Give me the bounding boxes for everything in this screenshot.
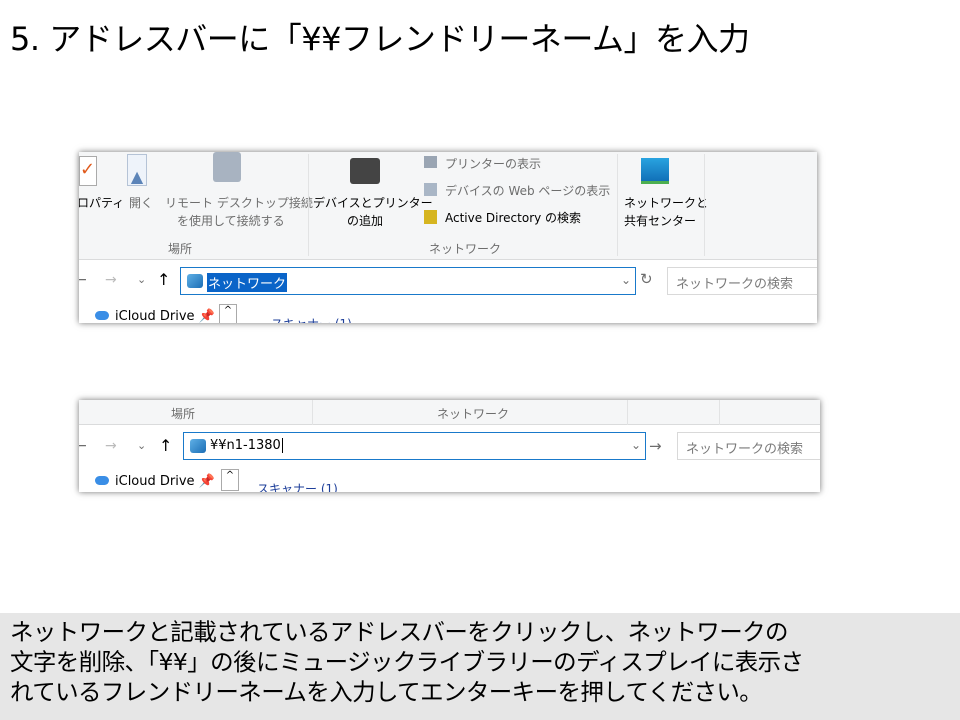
properties-icon: ✓ <box>79 156 97 186</box>
explorer-screenshot-after: 場所 ネットワーク ← → ⌄ ↑ ¥¥n1-1380 ⌄ → ネットワークの検… <box>79 400 820 492</box>
printers-icon <box>424 156 437 168</box>
open-button[interactable]: 開く <box>129 194 153 211</box>
address-dropdown-icon[interactable]: ⌄ <box>621 273 631 287</box>
caption-line: れているフレンドリーネームを入力してエンターキーを押してください。 <box>10 678 763 706</box>
up-button[interactable]: ↑ <box>159 436 172 455</box>
pin-icon: 📌 <box>198 309 215 323</box>
caption-line: ネットワークと記載されているアドレスバーをクリックし、ネットワークの <box>10 618 789 646</box>
address-bar[interactable]: ¥¥n1-1380 ⌄ <box>183 432 646 460</box>
address-value[interactable]: ¥¥n1-1380 <box>210 438 283 453</box>
add-device-button-line1[interactable]: デバイスとプリンター <box>313 194 433 211</box>
scroll-up-button[interactable]: ^ <box>221 469 239 491</box>
instruction-caption: ネットワークと記載されているアドレスバーをクリックし、ネットワークの 文字を削除… <box>0 613 960 720</box>
nav-item-label: iCloud Drive <box>115 474 195 489</box>
open-icon: ▲ <box>127 154 147 186</box>
section-scanners[interactable]: スキャナー (1) <box>257 480 338 492</box>
nav-item-icloud-drive[interactable]: iCloud Drive 📌 <box>95 474 215 489</box>
recent-dropdown[interactable]: ⌄ <box>137 273 146 286</box>
go-button[interactable]: → <box>649 437 662 455</box>
nav-item-icloud-drive[interactable]: iCloud Drive 📌 <box>95 309 215 323</box>
cloud-icon <box>95 311 109 320</box>
show-printers-button[interactable]: プリンターの表示 <box>445 155 541 172</box>
scroll-up-button[interactable]: ^ <box>219 304 237 323</box>
search-input[interactable]: ネットワークの検索 <box>667 267 817 295</box>
group-label-location: 場所 <box>171 407 196 421</box>
network-sharing-center-line1[interactable]: ネットワークと <box>624 194 708 211</box>
group-label-network: ネットワーク <box>429 242 502 256</box>
ribbon-group-labels: 場所 ネットワーク <box>79 400 820 425</box>
section-scanners[interactable]: スキャナー (1) <box>271 315 352 323</box>
slide-title: 5. アドレスバーに「¥¥フレンドリーネーム」を入力 <box>10 20 750 58</box>
network-icon <box>187 274 203 288</box>
add-device-button-line2[interactable]: の追加 <box>347 212 383 229</box>
explorer-screenshot-before: ✓ ロパティ ▲ 開く リモート デスクトップ接続 を使用して接続する 場所 デ… <box>79 152 817 323</box>
caption-line: 文字を削除、「¥¥」の後にミュージックライブラリーのディスプレイに表示さ <box>10 648 804 676</box>
network-icon <box>190 439 206 453</box>
group-label-network: ネットワーク <box>437 407 510 421</box>
remote-desktop-button-line1[interactable]: リモート デスクトップ接続 <box>165 194 313 211</box>
group-label-location: 場所 <box>168 242 193 256</box>
back-button[interactable]: ← <box>79 272 87 288</box>
ribbon: ✓ ロパティ ▲ 開く リモート デスクトップ接続 を使用して接続する 場所 デ… <box>79 152 817 260</box>
address-bar[interactable]: ネットワーク ⌄ <box>180 267 636 295</box>
refresh-button[interactable]: ↻ <box>640 270 653 288</box>
remote-desktop-icon <box>213 152 241 182</box>
printer-icon <box>350 158 380 184</box>
address-dropdown-icon[interactable]: ⌄ <box>631 438 641 452</box>
active-directory-search-button[interactable]: Active Directory の検索 <box>445 209 581 226</box>
forward-button[interactable]: → <box>105 272 117 288</box>
address-value[interactable]: ネットワーク <box>207 273 288 292</box>
pin-icon: 📌 <box>198 474 215 489</box>
cloud-icon <box>95 476 109 485</box>
forward-button[interactable]: → <box>105 438 117 454</box>
remote-desktop-button-line2[interactable]: を使用して接続する <box>177 212 285 229</box>
nav-item-label: iCloud Drive <box>115 309 195 323</box>
search-input[interactable]: ネットワークの検索 <box>677 432 820 460</box>
properties-button[interactable]: ロパティ <box>79 194 124 211</box>
up-button[interactable]: ↑ <box>157 270 170 289</box>
network-sharing-center-line2[interactable]: 共有センター <box>624 212 696 229</box>
ad-search-icon <box>424 210 437 224</box>
recent-dropdown[interactable]: ⌄ <box>137 439 146 452</box>
back-button[interactable]: ← <box>79 438 87 454</box>
device-web-page-button[interactable]: デバイスの Web ページの表示 <box>445 182 610 199</box>
web-page-icon <box>424 183 437 196</box>
network-center-icon <box>641 158 669 184</box>
